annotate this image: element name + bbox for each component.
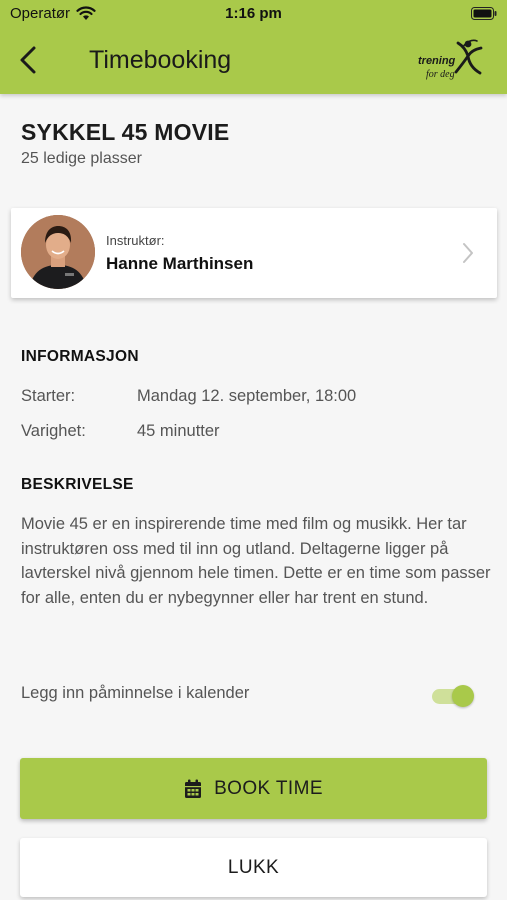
description-heading: BESKRIVELSE bbox=[21, 476, 134, 493]
duration-label: Varighet: bbox=[21, 422, 86, 440]
duration-value: 45 minutter bbox=[137, 422, 220, 440]
close-label: LUKK bbox=[227, 856, 280, 878]
info-heading: INFORMASJON bbox=[21, 348, 139, 365]
start-value: Mandag 12. september, 18:00 bbox=[137, 387, 357, 405]
description-text: Movie 45 er en inspirerende time med fil… bbox=[21, 515, 491, 607]
start-label: Starter: bbox=[21, 387, 76, 405]
instructor-label: Instruktør: bbox=[106, 233, 165, 248]
instructor-name: Hanne Marthinsen bbox=[106, 254, 254, 273]
back-button[interactable] bbox=[14, 44, 44, 76]
available-spots: 25 ledige plasser bbox=[21, 150, 142, 167]
logo-text-top: trening bbox=[418, 55, 456, 67]
book-time-label: BOOK TIME bbox=[214, 777, 323, 799]
chevron-right-icon bbox=[463, 243, 473, 263]
instructor-card[interactable]: Instruktør: Hanne Marthinsen bbox=[11, 208, 497, 298]
trening-for-deg-logo: trening for deg bbox=[418, 39, 483, 80]
reminder-toggle[interactable] bbox=[432, 685, 474, 707]
top-header: Operatør 1:16 pm Timebooking trening for… bbox=[0, 0, 507, 94]
page-title: Timebooking bbox=[89, 46, 232, 74]
battery-icon bbox=[471, 7, 497, 20]
logo-text-bottom: for deg bbox=[426, 69, 455, 80]
class-title: SYKKEL 45 MOVIE bbox=[21, 119, 230, 145]
book-time-button[interactable]: BOOK TIME bbox=[20, 758, 487, 819]
calendar-icon bbox=[185, 779, 202, 798]
status-time: 1:16 pm bbox=[225, 5, 282, 22]
close-button[interactable]: LUKK bbox=[20, 838, 487, 897]
status-bar: Operatør 1:16 pm bbox=[0, 0, 507, 28]
instructor-avatar bbox=[21, 215, 95, 289]
reminder-label: Legg inn påminnelse i kalender bbox=[21, 684, 250, 702]
toggle-knob bbox=[452, 685, 474, 707]
